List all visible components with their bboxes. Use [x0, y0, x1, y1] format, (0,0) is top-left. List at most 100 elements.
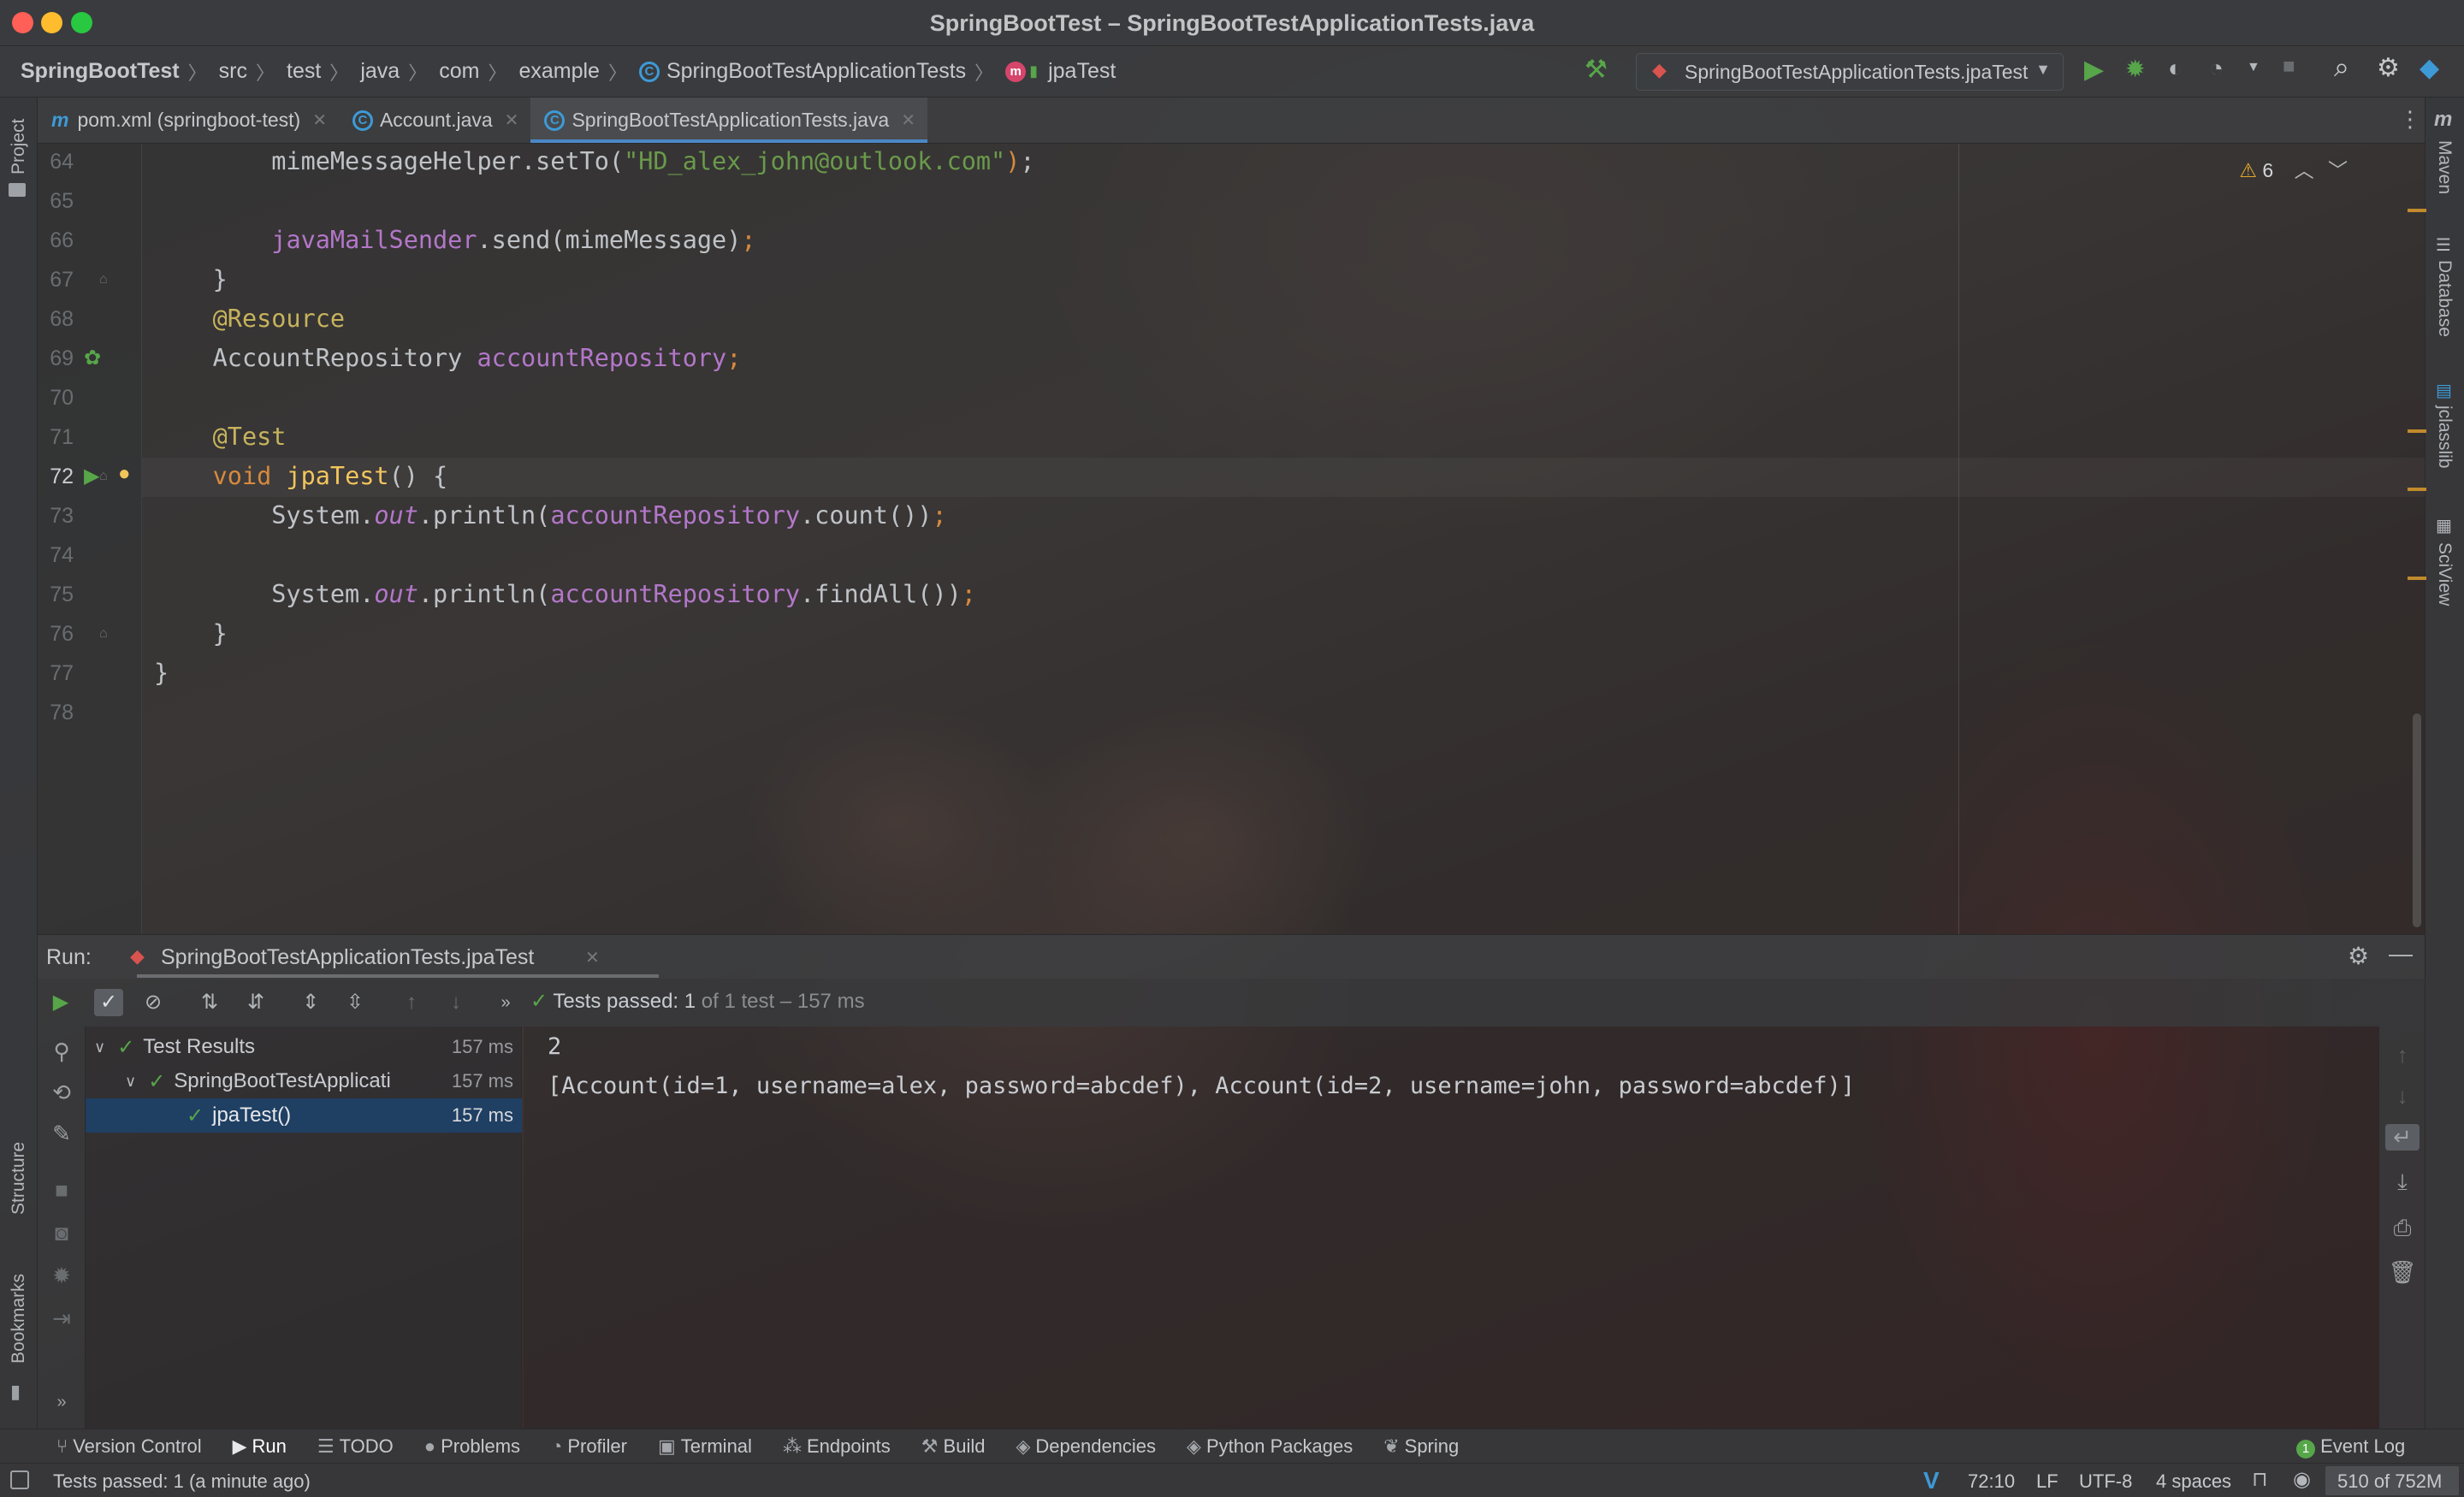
more-actions-icon[interactable]: »	[44, 1393, 79, 1412]
tab-account-java[interactable]: C Account.java ✕	[339, 98, 530, 143]
profiler-button[interactable]: ◔ Profiler	[551, 1435, 627, 1458]
file-encoding[interactable]: UTF-8	[2079, 1470, 2132, 1493]
previous-failed-icon[interactable]: ↑	[397, 989, 426, 1016]
profile-icon[interactable]: ◔	[2209, 55, 2224, 82]
trash-icon[interactable]: 🗑	[2385, 1259, 2420, 1286]
stop-icon[interactable]: ■	[44, 1177, 79, 1204]
expand-all-icon[interactable]: ⇕	[296, 989, 325, 1016]
run-test-gutter-icon[interactable]: ▶	[84, 464, 99, 488]
warning-marker[interactable]	[2408, 209, 2426, 212]
todo-button[interactable]: ☰ TODO	[317, 1435, 394, 1458]
fold-marker-icon[interactable]: ⌂	[99, 626, 108, 642]
camera-icon[interactable]: ◙	[44, 1220, 79, 1246]
plugin-logo-icon[interactable]: ◆	[2420, 53, 2439, 83]
breadcrumb-com[interactable]: com	[439, 59, 479, 84]
editor-scrollbar[interactable]	[2413, 713, 2421, 927]
previous-highlight-icon[interactable]: ︿	[2295, 159, 2314, 181]
breadcrumb-method[interactable]: jpaTest	[1048, 59, 1116, 84]
python-packages-button[interactable]: ◈ Python Packages	[1187, 1435, 1353, 1458]
show-ignored-toggle[interactable]: ⊘	[139, 989, 168, 1016]
settings-gear-icon[interactable]: ⚙	[2348, 942, 2369, 970]
run-configuration-select[interactable]: ◆ SpringBootTestApplicationTests.jpaTest…	[1636, 53, 2064, 91]
next-highlight-icon[interactable]: ﹀	[2328, 159, 2348, 181]
problems-button[interactable]: ● Problems	[424, 1435, 520, 1458]
tab-pom-xml[interactable]: m pom.xml (springboot-test) ✕	[38, 98, 339, 143]
tree-node-test-method[interactable]: ✓ jpaTest() 157 ms	[86, 1098, 522, 1133]
endpoints-button[interactable]: ⁂ Endpoints	[783, 1435, 891, 1458]
sort-by-duration-icon[interactable]: ⇵	[241, 989, 270, 1016]
structure-tool-window-button[interactable]: Structure	[9, 1142, 29, 1215]
close-tab-icon[interactable]: ✕	[505, 109, 519, 131]
maven-tool-window-button[interactable]: Maven	[2434, 140, 2455, 194]
run-tool-button[interactable]: ▶ Run	[233, 1435, 287, 1458]
breadcrumb-src[interactable]: src	[219, 59, 247, 84]
jclasslib-tool-window-button[interactable]: jclasslib	[2434, 405, 2455, 469]
build-hammer-icon[interactable]: ⚒	[1584, 55, 1608, 85]
console-output[interactable]: 2 [Account(id=1, username=alex, password…	[524, 1027, 2378, 1429]
build-button[interactable]: ⚒ Build	[921, 1435, 986, 1458]
warning-marker[interactable]	[2408, 577, 2426, 580]
scroll-to-end-icon[interactable]: ⤓	[2385, 1169, 2420, 1196]
toggle-tool-windows-icon[interactable]	[10, 1470, 29, 1489]
tree-node-test-results[interactable]: ∨ ✓ Test Results 157 ms	[86, 1030, 522, 1064]
intention-bulb-icon[interactable]: ●	[118, 462, 131, 486]
project-tool-window-button[interactable]: Project	[9, 119, 29, 175]
rerun-failed-icon[interactable]: ⟲	[44, 1080, 79, 1106]
exit-icon[interactable]: ⇥	[44, 1305, 79, 1332]
breadcrumb-example[interactable]: example	[518, 59, 600, 84]
show-passed-toggle[interactable]: ✓	[94, 989, 123, 1016]
pin-icon[interactable]: ⚲	[44, 1038, 79, 1065]
database-tool-window-button[interactable]: Database	[2434, 260, 2455, 337]
debug-icon[interactable]: ✹	[2125, 55, 2145, 83]
sciview-tool-window-button[interactable]: SciView	[2434, 542, 2455, 606]
close-tab-icon[interactable]: ✕	[312, 109, 327, 131]
collapse-all-icon[interactable]: ⇳	[341, 989, 370, 1016]
code-editor[interactable]: 64 65 66 67 68 69 70 71 72 73 74 75 76 7…	[38, 144, 2426, 934]
event-log-button[interactable]: 1 Event Log	[2296, 1435, 2405, 1459]
warning-marker[interactable]	[2408, 429, 2426, 433]
indent-setting[interactable]: 4 spaces	[2156, 1470, 2231, 1493]
dependencies-button[interactable]: ◈ Dependencies	[1016, 1435, 1156, 1458]
tab-springboottestapplicationtests-java[interactable]: C SpringBootTestApplicationTests.java ✕	[530, 98, 927, 143]
lock-open-icon[interactable]: ⊓	[2252, 1467, 2268, 1492]
breadcrumb-project[interactable]: SpringBootTest	[21, 59, 180, 84]
status-message[interactable]: Tests passed: 1 (a minute ago)	[53, 1470, 311, 1493]
tree-node-test-class[interactable]: ∨ ✓ SpringBootTestApplicati 157 ms	[86, 1064, 522, 1098]
bean-gutter-icon[interactable]: ✿	[84, 346, 101, 370]
warning-marker[interactable]	[2408, 488, 2426, 491]
memory-indicator[interactable]: 510 of 752M	[2325, 1466, 2459, 1495]
more-actions-icon[interactable]: »	[491, 989, 520, 1016]
terminal-button[interactable]: ▣ Terminal	[658, 1435, 752, 1458]
up-stack-icon[interactable]: ↑	[2385, 1042, 2420, 1068]
sort-alphabetically-icon[interactable]: ⇅	[195, 989, 224, 1016]
run-tab-label[interactable]: SpringBootTestApplicationTests.jpaTest	[161, 945, 534, 970]
line-separator[interactable]: LF	[2036, 1470, 2058, 1493]
fold-marker-icon[interactable]: ⌂	[99, 469, 108, 484]
debug-icon[interactable]: ✹	[44, 1263, 79, 1289]
inspection-widget[interactable]: ⚠ 6 ︿ ﹀	[2239, 154, 2348, 183]
breadcrumb-test[interactable]: test	[287, 59, 321, 84]
close-tab-icon[interactable]: ✕	[901, 109, 915, 131]
hide-panel-icon[interactable]: —	[2389, 940, 2413, 967]
inspection-eye-icon[interactable]: ◉	[2293, 1467, 2311, 1492]
print-icon[interactable]: ⎙	[2385, 1215, 2420, 1242]
fold-marker-icon[interactable]: ⌂	[99, 272, 108, 287]
plugin-v-icon[interactable]: V	[1923, 1467, 1940, 1494]
caret-position[interactable]: 72:10	[1968, 1470, 2015, 1493]
down-stack-icon[interactable]: ↓	[2385, 1083, 2420, 1109]
coverage-icon[interactable]: ◐	[2168, 55, 2183, 82]
next-failed-icon[interactable]: ↓	[441, 989, 471, 1016]
version-control-button[interactable]: ⑂ Version Control	[56, 1435, 202, 1458]
stop-icon[interactable]: ■	[2283, 55, 2295, 79]
spring-button[interactable]: ❦ Spring	[1383, 1435, 1459, 1458]
search-icon[interactable]: ⌕	[2334, 51, 2349, 84]
more-run-actions-icon[interactable]: ▼	[2247, 60, 2260, 75]
rerun-icon[interactable]: ▶	[46, 989, 75, 1016]
close-run-tab-icon[interactable]: ✕	[585, 947, 600, 968]
run-icon[interactable]: ▶	[2084, 55, 2104, 85]
breadcrumb-class[interactable]: SpringBootTestApplicationTests	[666, 59, 966, 84]
tab-options-icon[interactable]: ⋮	[2399, 106, 2421, 133]
settings-gear-icon[interactable]: ⚙	[2377, 53, 2400, 83]
wrench-icon[interactable]: ✎	[44, 1121, 79, 1147]
breadcrumb-java[interactable]: java	[360, 59, 400, 84]
